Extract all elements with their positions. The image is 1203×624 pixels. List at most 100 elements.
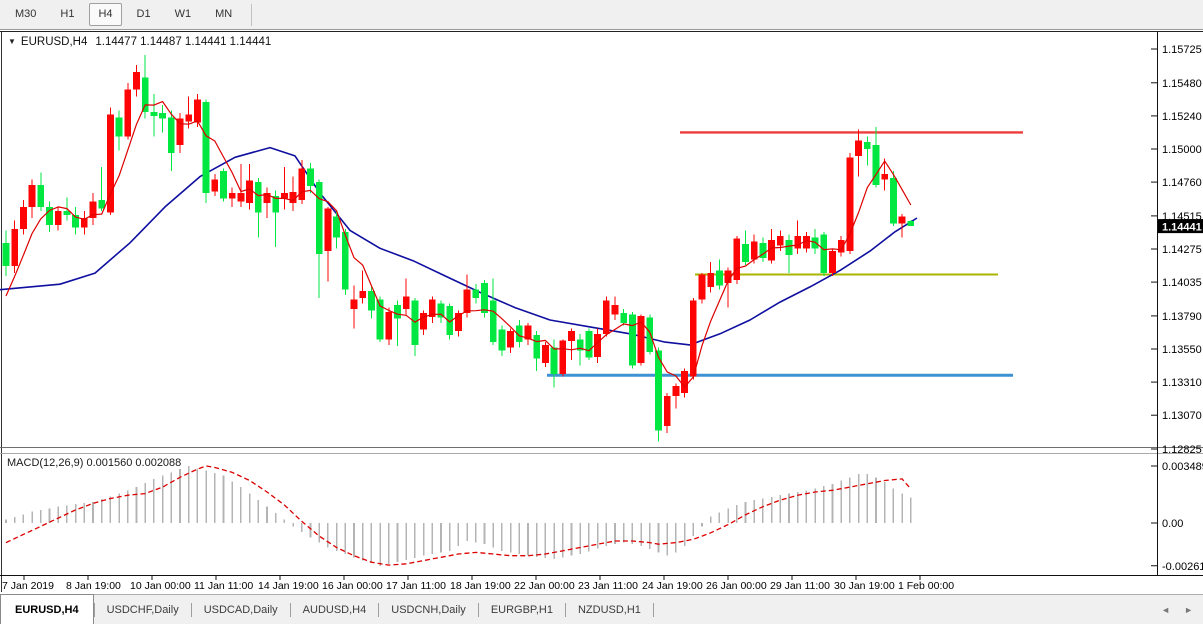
chart-tab-audusd[interactable]: AUDUSD,H4 xyxy=(291,595,379,624)
candle-body-down[interactable] xyxy=(333,217,340,238)
candle-body-up[interactable] xyxy=(664,396,671,426)
candle-body-up[interactable] xyxy=(899,217,906,224)
candle-body-down[interactable] xyxy=(907,221,914,226)
tab-scroll-right-icon[interactable]: ► xyxy=(1184,605,1193,615)
candle-body-up[interactable] xyxy=(855,141,862,156)
candle-body-up[interactable] xyxy=(847,157,854,251)
candle-body-down[interactable] xyxy=(472,290,479,298)
candle-body-down[interactable] xyxy=(3,243,10,266)
candle-body-up[interactable] xyxy=(238,193,245,201)
candle-body-up[interactable] xyxy=(229,193,236,199)
candle-body-down[interactable] xyxy=(255,182,262,212)
candle-body-down[interactable] xyxy=(151,112,158,116)
candle-body-up[interactable] xyxy=(281,193,288,199)
candle-body-down[interactable] xyxy=(168,117,175,153)
candle-body-down[interactable] xyxy=(307,168,314,186)
candle-body-up[interactable] xyxy=(177,119,184,145)
candle-body-down[interactable] xyxy=(142,77,149,112)
candle-body-down[interactable] xyxy=(159,113,166,119)
chart-tab-usdchf[interactable]: USDCHF,Daily xyxy=(95,595,191,624)
chart-tab-eurgbp[interactable]: EURGBP,H1 xyxy=(479,595,565,624)
candle-body-down[interactable] xyxy=(742,244,749,262)
symbol-dropdown-icon[interactable]: ▼ xyxy=(8,37,16,46)
candle-body-up[interactable] xyxy=(542,345,549,363)
candle-body-down[interactable] xyxy=(620,313,627,323)
candle-body-up[interactable] xyxy=(612,305,619,315)
candle-body-down[interactable] xyxy=(864,142,871,149)
candle-body-down[interactable] xyxy=(116,117,123,136)
chart-tab-nzdusd[interactable]: NZDUSD,H1 xyxy=(566,595,653,624)
candle-body-up[interactable] xyxy=(20,207,27,229)
candle-body-down[interactable] xyxy=(481,283,488,313)
chart-tab-usdcad[interactable]: USDCAD,Daily xyxy=(192,595,290,624)
candle-body-up[interactable] xyxy=(133,72,140,90)
candle-body-down[interactable] xyxy=(368,291,375,310)
candle-body-up[interactable] xyxy=(777,236,784,246)
time-axis-label: 26 Jan 00:00 xyxy=(706,580,767,592)
candle-body-up[interactable] xyxy=(568,331,575,341)
candle-body-down[interactable] xyxy=(586,331,593,357)
candle-body-up[interactable] xyxy=(351,299,358,309)
candle-body-down[interactable] xyxy=(890,178,897,224)
time-axis-label: 11 Jan 11:00 xyxy=(194,580,253,592)
candle-body-down[interactable] xyxy=(786,240,793,255)
tab-scroll-left-icon[interactable]: ◄ xyxy=(1161,605,1170,615)
candle-body-down[interactable] xyxy=(499,330,506,351)
candle-body-up[interactable] xyxy=(699,275,706,300)
candle-body-up[interactable] xyxy=(55,211,62,225)
candle-body-up[interactable] xyxy=(124,90,131,137)
candle-body-up[interactable] xyxy=(107,115,114,213)
candle-body-down[interactable] xyxy=(203,102,210,193)
candle-body-up[interactable] xyxy=(751,241,758,259)
price-axis-label: 1.14760 xyxy=(1162,177,1202,189)
candle-body-down[interactable] xyxy=(37,185,44,207)
candle-body-up[interactable] xyxy=(403,297,410,309)
chart-title: ▼EURUSD,H41.14477 1.14487 1.14441 1.1444… xyxy=(8,36,271,48)
candle-body-up[interactable] xyxy=(29,185,36,207)
candle-body-up[interactable] xyxy=(794,236,801,248)
candle-body-up[interactable] xyxy=(603,301,610,334)
candle-body-up[interactable] xyxy=(707,273,714,287)
candle-body-down[interactable] xyxy=(820,235,827,274)
chart-tab-eurusd[interactable]: EURUSD,H4 xyxy=(0,594,94,624)
time-axis-label: 23 Jan 11:00 xyxy=(578,580,638,592)
candle-body-down[interactable] xyxy=(629,315,636,366)
price-axis-label: 1.15000 xyxy=(1162,144,1202,156)
candle-body-up[interactable] xyxy=(211,179,218,191)
candle-body-up[interactable] xyxy=(185,115,192,122)
chart-canvas[interactable]: 1.157251.154801.152401.150001.147601.145… xyxy=(0,0,1203,624)
candle-body-up[interactable] xyxy=(385,312,392,340)
candle-body-up[interactable] xyxy=(464,290,471,313)
time-axis-label: 24 Jan 19:00 xyxy=(642,580,703,592)
chart-tab-usdcnh[interactable]: USDCNH,Daily xyxy=(379,595,478,624)
candle-body-up[interactable] xyxy=(246,181,253,203)
candle-body-down[interactable] xyxy=(394,305,401,319)
time-axis-label: 16 Jan 00:00 xyxy=(322,580,383,592)
candle-body-down[interactable] xyxy=(438,304,445,318)
candle-body-up[interactable] xyxy=(733,239,740,280)
candle-body-up[interactable] xyxy=(298,168,305,200)
candle-body-up[interactable] xyxy=(11,229,18,266)
candle-body-down[interactable] xyxy=(316,182,323,254)
candle-body-up[interactable] xyxy=(881,174,888,180)
price-axis-label: 1.13790 xyxy=(1162,311,1202,323)
tab-divider xyxy=(653,603,654,617)
candle-body-down[interactable] xyxy=(716,270,723,285)
candle-body-down[interactable] xyxy=(533,335,540,358)
candle-body-down[interactable] xyxy=(98,200,105,208)
candle-body-up[interactable] xyxy=(673,386,680,396)
candle-body-up[interactable] xyxy=(690,301,697,377)
candle-body-up[interactable] xyxy=(420,313,427,330)
candle-body-up[interactable] xyxy=(507,331,514,348)
candle-body-up[interactable] xyxy=(325,208,332,251)
candle-body-down[interactable] xyxy=(220,171,227,199)
candle-body-up[interactable] xyxy=(829,251,836,273)
price-axis-label: 1.15240 xyxy=(1162,111,1202,123)
candle-body-up[interactable] xyxy=(359,291,366,298)
candle-body-down[interactable] xyxy=(646,317,653,352)
candle-body-down[interactable] xyxy=(551,348,558,374)
candle-body-up[interactable] xyxy=(559,341,566,374)
candle-body-up[interactable] xyxy=(194,99,201,122)
candle-body-up[interactable] xyxy=(681,371,688,393)
candle-body-down[interactable] xyxy=(490,301,497,342)
